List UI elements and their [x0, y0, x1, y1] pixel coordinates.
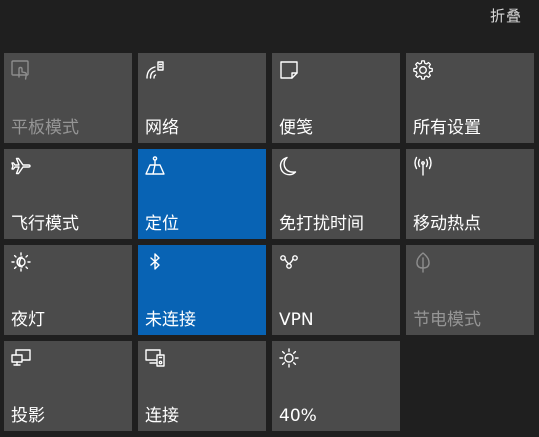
hotspot-icon	[412, 155, 434, 177]
tile-label: 便笺	[279, 118, 313, 138]
connect-icon	[144, 347, 166, 369]
moon-icon	[278, 155, 300, 177]
tile-label: 40%	[279, 406, 317, 426]
tile-quiet-hours[interactable]: 免打扰时间	[272, 149, 400, 239]
quick-actions-grid: 平板模式 网络 便笺 所有设置 飞行模式 定位 免打扰时间 移动热点 夜灯 未连…	[4, 53, 535, 437]
tile-label: 免打扰时间	[279, 214, 364, 234]
tile-note[interactable]: 便笺	[272, 53, 400, 143]
battery-saver-icon	[412, 251, 434, 273]
tile-vpn[interactable]: VPN	[272, 245, 400, 335]
tile-network[interactable]: 网络	[138, 53, 266, 143]
tile-label: 定位	[145, 214, 179, 234]
tile-location[interactable]: 定位	[138, 149, 266, 239]
tile-label: VPN	[279, 310, 314, 330]
tablet-mode-icon	[10, 59, 32, 81]
note-icon	[278, 59, 300, 81]
tile-label: 投影	[11, 406, 45, 426]
airplane-icon	[10, 155, 32, 177]
project-icon	[10, 347, 32, 369]
tile-mobile-hotspot[interactable]: 移动热点	[406, 149, 534, 239]
tile-label: 网络	[145, 118, 179, 138]
tile-label: 移动热点	[413, 214, 481, 234]
night-light-icon	[10, 251, 32, 273]
location-icon	[144, 155, 166, 177]
tile-connect[interactable]: 连接	[138, 341, 266, 431]
tile-label: 夜灯	[11, 310, 45, 330]
tile-label: 所有设置	[413, 118, 481, 138]
tile-label: 未连接	[145, 310, 196, 330]
tile-bluetooth[interactable]: 未连接	[138, 245, 266, 335]
bluetooth-icon	[144, 251, 166, 273]
network-icon	[144, 59, 166, 81]
tile-label: 连接	[145, 406, 179, 426]
tile-label: 飞行模式	[11, 214, 79, 234]
tile-label: 节电模式	[413, 310, 481, 330]
tile-label: 平板模式	[11, 118, 79, 138]
tile-night-light[interactable]: 夜灯	[4, 245, 132, 335]
empty-slot	[406, 341, 534, 431]
tile-brightness[interactable]: 40%	[272, 341, 400, 431]
vpn-icon	[278, 251, 300, 273]
gear-icon	[412, 59, 434, 81]
collapse-button[interactable]: 折叠	[490, 6, 522, 26]
tile-airplane-mode[interactable]: 飞行模式	[4, 149, 132, 239]
brightness-icon	[278, 347, 300, 369]
tile-project[interactable]: 投影	[4, 341, 132, 431]
tile-battery-saver[interactable]: 节电模式	[406, 245, 534, 335]
tile-all-settings[interactable]: 所有设置	[406, 53, 534, 143]
tile-tablet-mode[interactable]: 平板模式	[4, 53, 132, 143]
